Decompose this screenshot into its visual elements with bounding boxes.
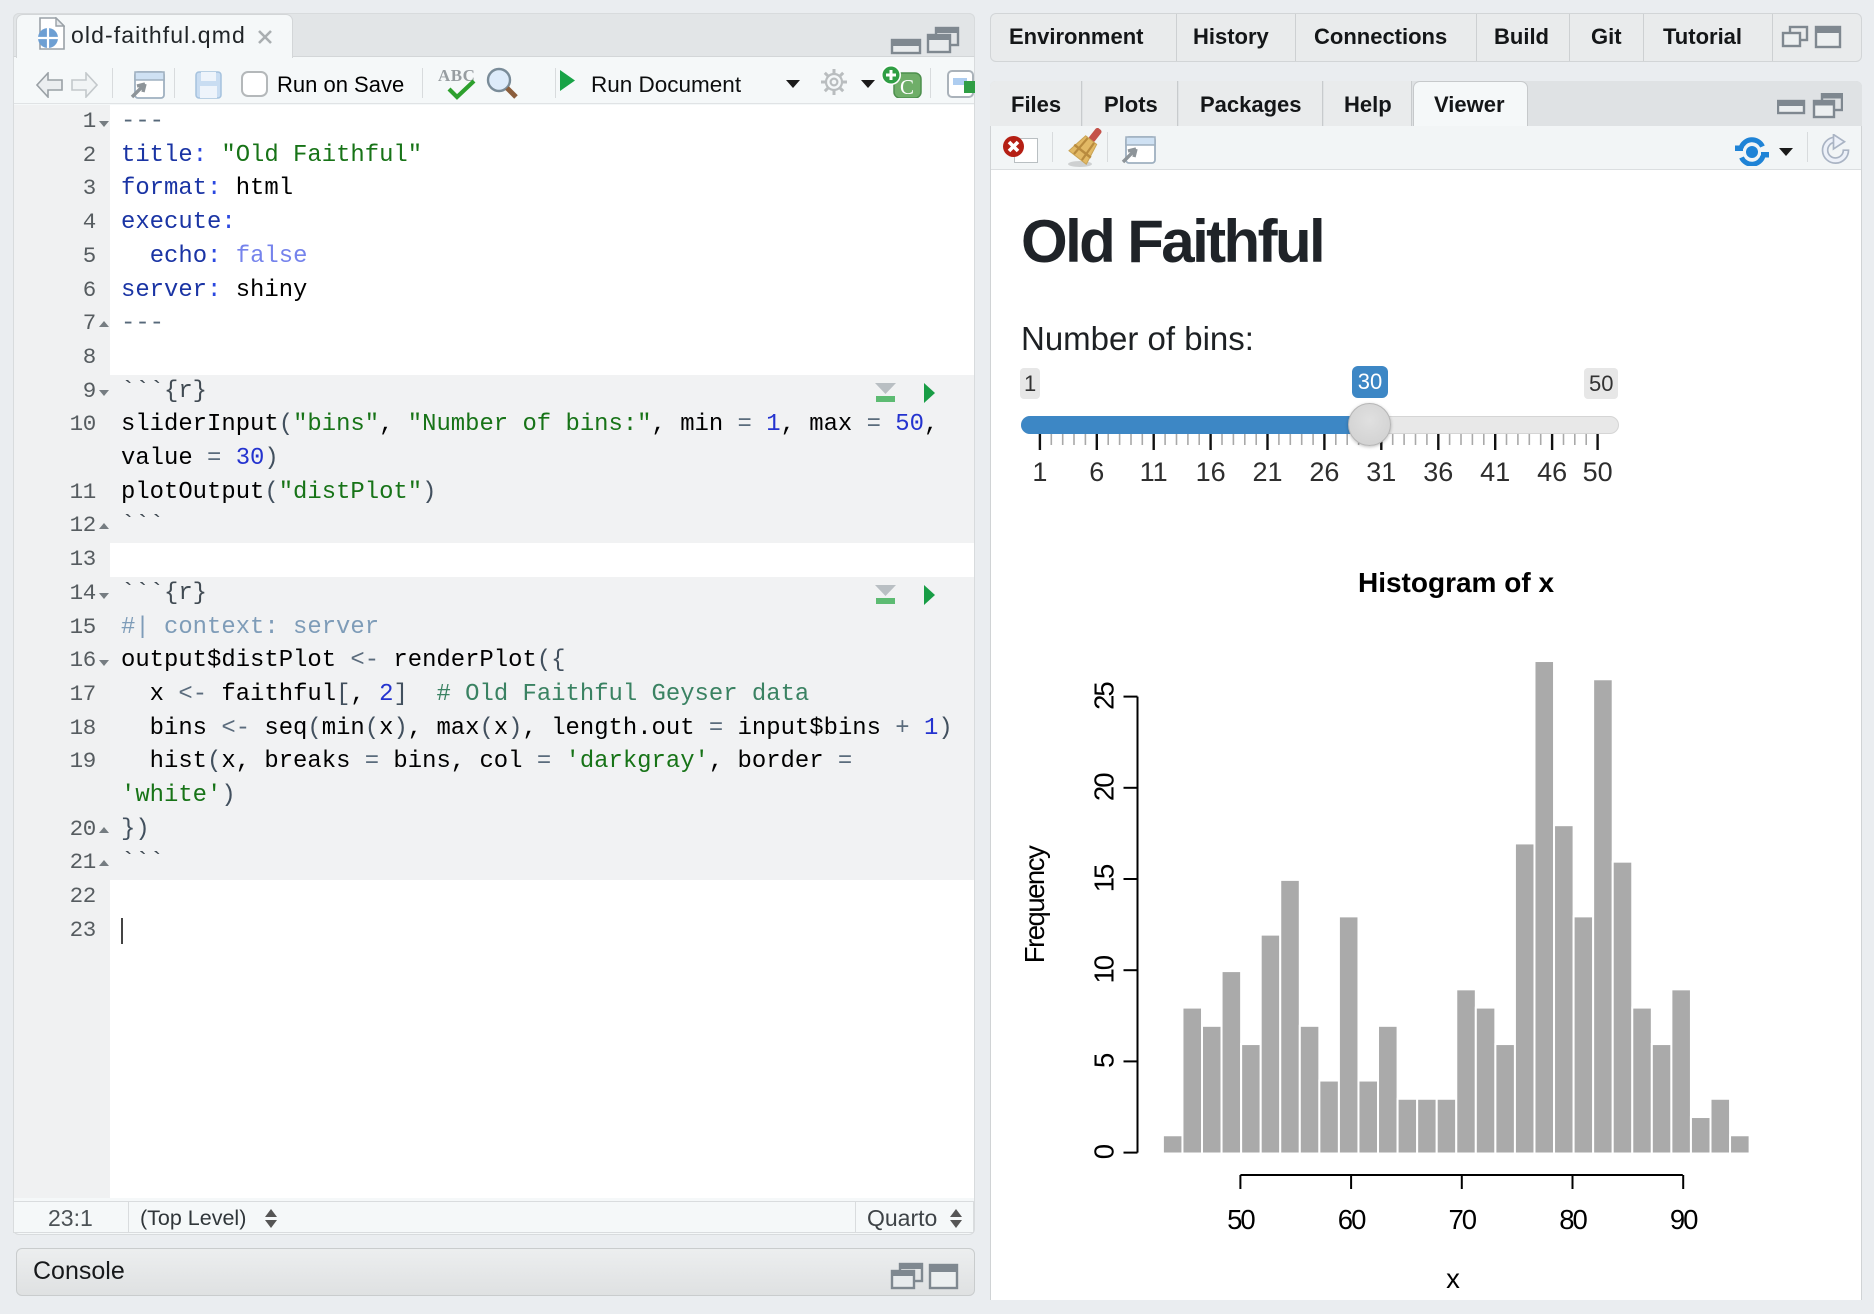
svg-text:31: 31: [1366, 457, 1396, 487]
svg-text:46: 46: [1537, 457, 1567, 487]
svg-text:41: 41: [1480, 457, 1510, 487]
svg-text:50: 50: [1583, 457, 1613, 487]
svg-text:36: 36: [1423, 457, 1453, 487]
svg-text:6: 6: [1089, 457, 1104, 487]
svg-text:x: x: [1446, 1263, 1460, 1294]
svg-text:10: 10: [1089, 955, 1120, 983]
svg-text:26: 26: [1309, 457, 1339, 487]
svg-text:15: 15: [1089, 864, 1120, 892]
svg-text:0: 0: [1089, 1144, 1120, 1159]
svg-text:50: 50: [1227, 1204, 1255, 1235]
svg-text:80: 80: [1559, 1204, 1587, 1235]
svg-text:25: 25: [1089, 682, 1120, 710]
svg-text:5: 5: [1089, 1053, 1120, 1068]
svg-text:21: 21: [1252, 457, 1282, 487]
svg-text:11: 11: [1140, 457, 1168, 487]
svg-text:Frequency: Frequency: [1019, 845, 1050, 963]
svg-text:16: 16: [1196, 457, 1226, 487]
svg-text:Histogram of x: Histogram of x: [1358, 567, 1554, 598]
svg-text:1: 1: [1032, 457, 1047, 487]
svg-text:C: C: [900, 75, 914, 98]
svg-text:70: 70: [1449, 1204, 1477, 1235]
svg-text:60: 60: [1338, 1204, 1366, 1235]
svg-text:20: 20: [1089, 773, 1120, 801]
svg-text:90: 90: [1670, 1204, 1698, 1235]
